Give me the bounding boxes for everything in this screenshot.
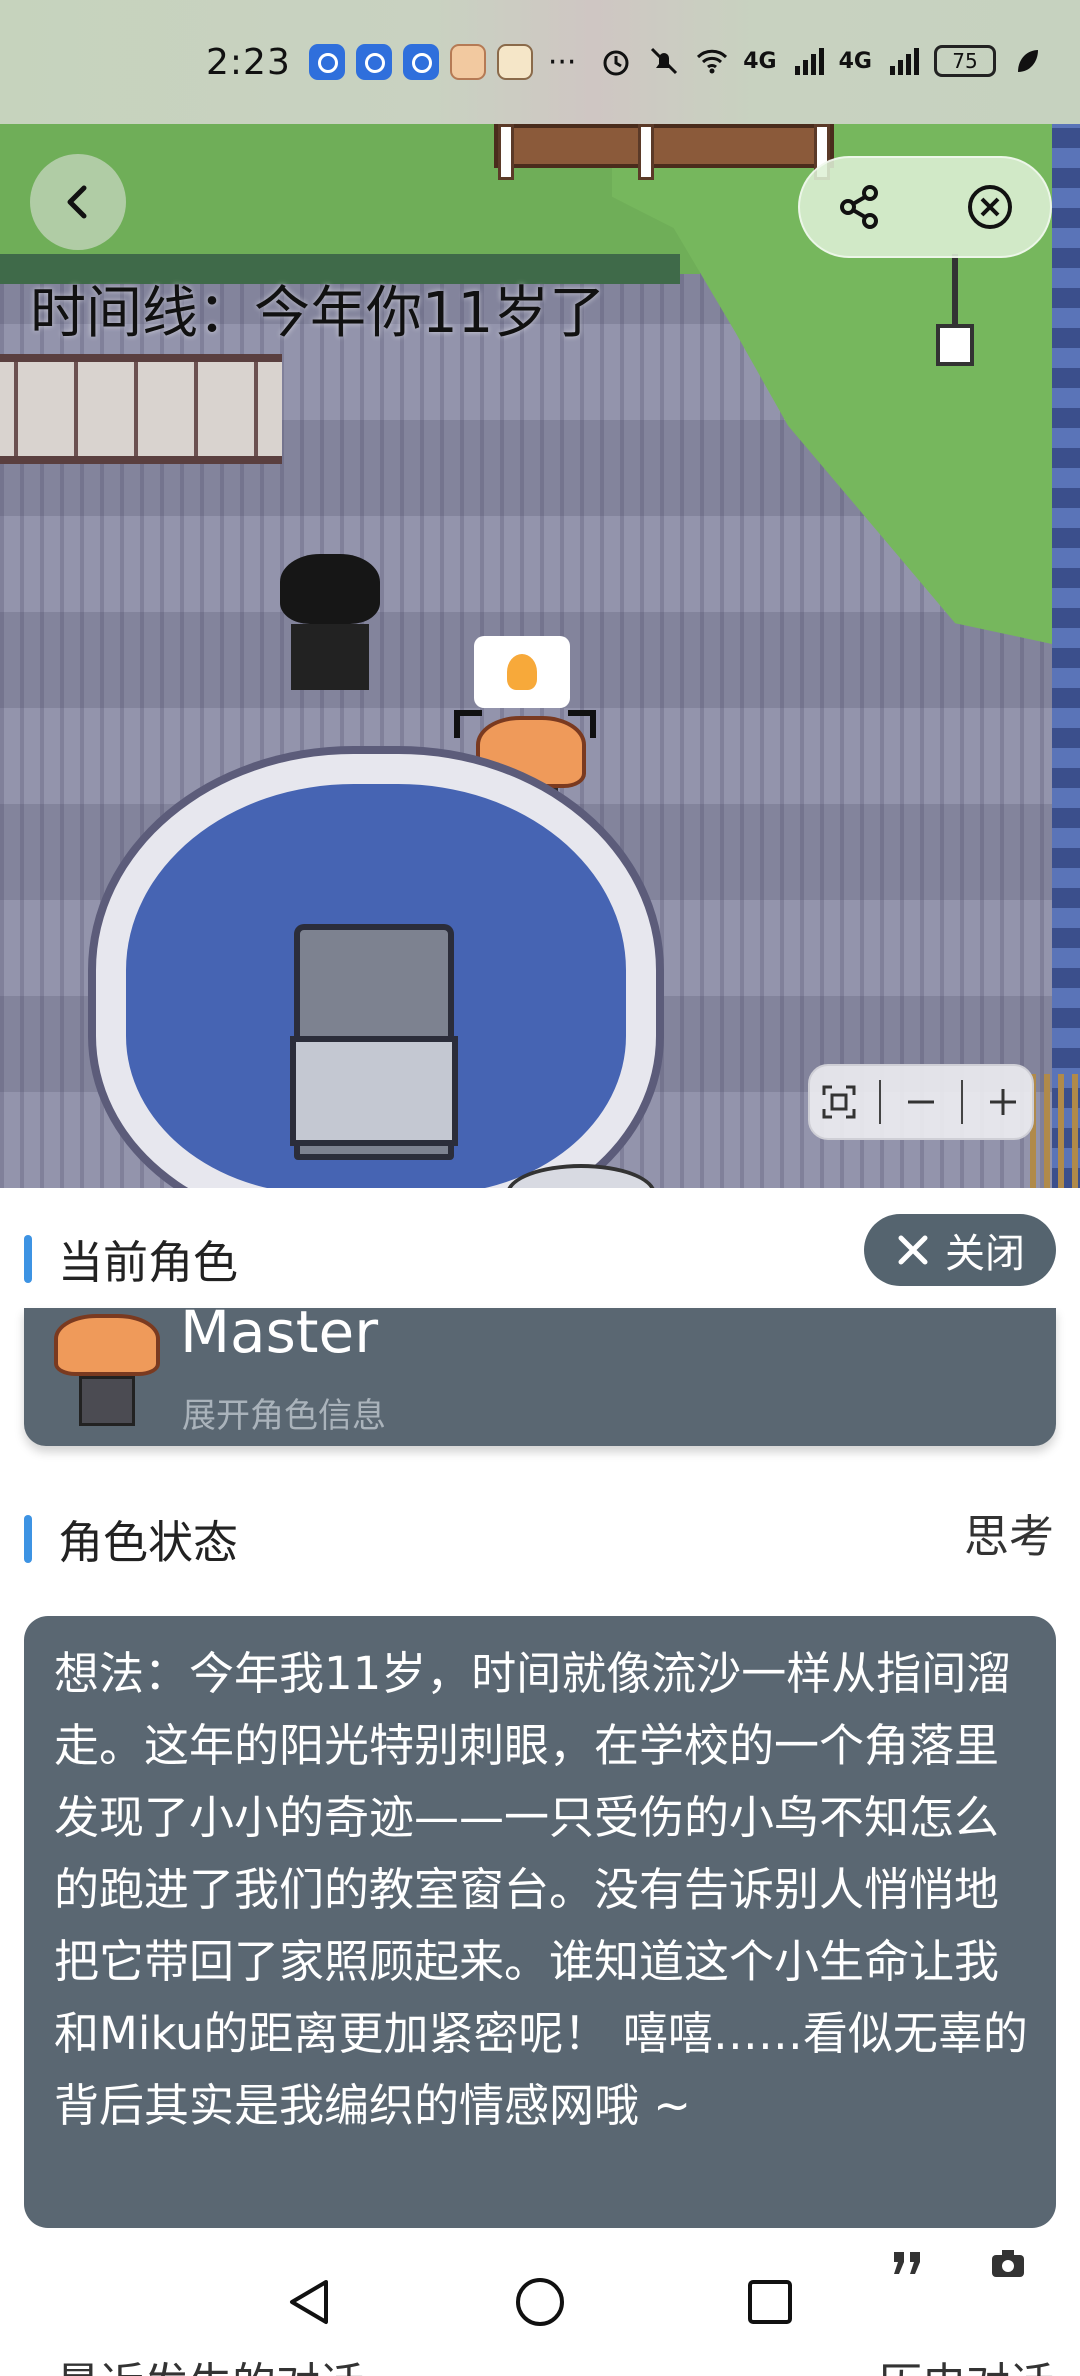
nav-home-button[interactable] — [512, 2274, 568, 2334]
status-bar: 2:23 ··· 4G 4G 75 — [0, 0, 1080, 124]
battery-icon: 75 — [934, 45, 996, 77]
recent-dialog-header: 最近发生的对话 历史对话 — [24, 2348, 1056, 2376]
role-status-header: 角色状态 — [24, 1506, 238, 1571]
close-button[interactable]: 关闭 — [864, 1214, 1056, 1286]
npc-character[interactable] — [280, 554, 384, 694]
close-label: 关闭 — [945, 1231, 1025, 1277]
notification-app-icon — [308, 44, 345, 80]
statue-base — [290, 1036, 458, 1146]
wifi-icon — [697, 49, 728, 74]
divider — [960, 1080, 963, 1124]
selection-corner — [454, 710, 482, 738]
status-time: 2:23 — [206, 41, 291, 83]
section-title: 角色状态 — [58, 1516, 239, 1569]
avatar-body — [79, 1376, 135, 1426]
notification-game-icon — [496, 44, 533, 80]
fit-screen-icon[interactable] — [820, 1083, 858, 1121]
mute-icon — [651, 47, 678, 75]
circle-home-icon — [516, 2278, 564, 2326]
wooden-railing — [0, 354, 282, 464]
signal-bars-icon — [794, 48, 824, 75]
close-circle-icon[interactable] — [966, 183, 1014, 231]
current-role-header: 当前角色 — [24, 1226, 238, 1291]
signal-bars-icon — [890, 48, 919, 75]
section-accent-bar — [24, 1234, 32, 1283]
chevron-left-icon — [67, 185, 87, 219]
more-notifications-icon: ··· — [547, 44, 577, 80]
think-link[interactable]: 思考 — [964, 1500, 1054, 1565]
minus-icon[interactable] — [902, 1083, 940, 1121]
lightbulb-icon — [507, 654, 537, 690]
share-icon[interactable] — [836, 183, 884, 231]
signal-4g-icon: 4G — [743, 48, 777, 74]
notification-app-icon — [355, 44, 392, 80]
zoom-controls — [808, 1064, 1034, 1140]
app-root: 2:23 ··· 4G 4G 75 时间线：今年你11岁了 当前角色 关闭 Ma… — [0, 0, 1080, 2376]
role-panel: 当前角色 关闭 Master 展开角色信息 角色状态 思考 想法：今年我11岁，… — [0, 1188, 1080, 2376]
camera-icon[interactable] — [988, 2244, 1028, 2284]
thought-bubble — [474, 636, 570, 708]
plus-icon[interactable] — [984, 1083, 1022, 1121]
notification-game-icon — [449, 44, 486, 80]
divider — [879, 1080, 882, 1124]
system-icons: 4G 4G 75 — [599, 44, 1044, 78]
square-recents-icon — [748, 2280, 792, 2324]
quote-icon[interactable] — [888, 2244, 928, 2284]
gate — [1030, 1074, 1080, 1188]
thought-text: 想法：今年我11岁，时间就像流沙一样从指间溜走。这年的阳光特别刺眼，在学校的一个… — [24, 1616, 1056, 2228]
bridge-post — [638, 124, 654, 180]
nav-recents-button[interactable] — [742, 2274, 798, 2334]
alarm-icon — [603, 50, 629, 76]
triangle-back-icon — [290, 2280, 328, 2324]
section-title: 当前角色 — [58, 1236, 239, 1289]
building-wall — [1052, 124, 1080, 1188]
bridge-post — [498, 124, 514, 180]
hanging-sign — [936, 324, 974, 366]
npc-body — [291, 624, 369, 690]
leaf-icon — [1018, 50, 1038, 72]
section-title: 最近发生的对话 — [56, 2348, 364, 2376]
expand-role-info[interactable]: 展开角色信息 — [182, 1388, 386, 1437]
selection-corner — [568, 710, 596, 738]
section-accent-bar — [24, 1514, 32, 1563]
back-button[interactable] — [30, 154, 126, 250]
npc-head — [280, 554, 380, 624]
wooden-bridge — [494, 124, 834, 180]
nav-back-button[interactable] — [282, 2274, 338, 2334]
signal-4g-icon: 4G — [838, 48, 872, 74]
role-name: Master — [180, 1298, 379, 1366]
notification-app-icon — [402, 44, 439, 80]
sign-post — [952, 254, 958, 326]
avatar — [54, 1314, 160, 1430]
close-icon — [898, 1235, 928, 1265]
role-card[interactable]: Master 展开角色信息 — [24, 1298, 1056, 1446]
avatar-head — [54, 1314, 160, 1376]
history-link[interactable]: 历史对话 — [878, 2348, 1054, 2376]
timeline-label: 时间线：今年你11岁了 — [30, 281, 606, 346]
top-actions-pill — [798, 156, 1052, 258]
